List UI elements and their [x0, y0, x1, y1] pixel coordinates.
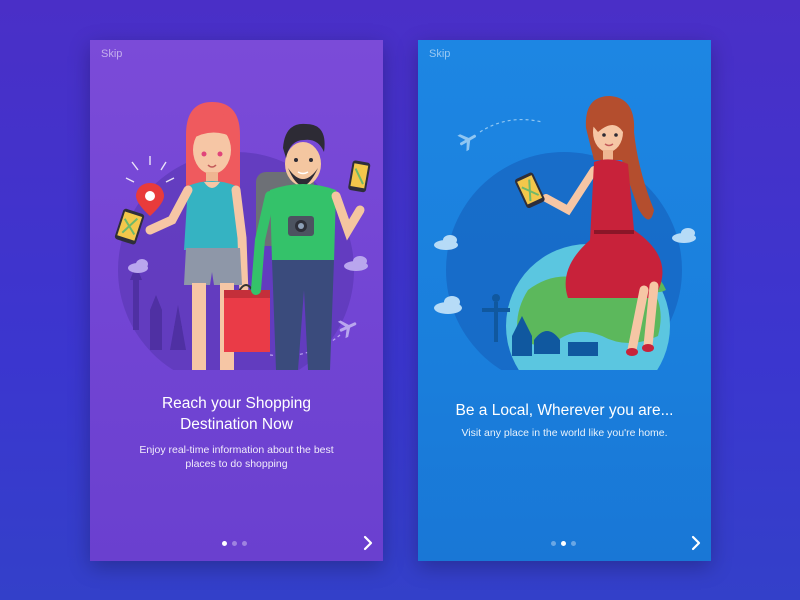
page-dot[interactable] [551, 541, 556, 546]
subtitle-line-2: places to do shopping [185, 458, 288, 470]
airplane-icon [457, 134, 476, 152]
airplane-trail [479, 118, 543, 133]
onboarding-title: Be a Local, Wherever you are... [455, 402, 674, 419]
cloud-icon [672, 228, 696, 243]
onboarding-screen-local: Skip Be a Local, Wherever you are... Vis… [418, 40, 711, 561]
onboarding-subtitle: Visit any place in the world like you're… [461, 427, 668, 439]
onboarding-screen-shopping: Skip Reach your Shopping Destination Now… [90, 40, 383, 561]
page-dot[interactable] [571, 541, 576, 546]
title-line-1: Reach your Shopping [161, 395, 312, 412]
phone-icon [348, 160, 371, 193]
page-dot[interactable] [242, 541, 247, 546]
subtitle-line-1: Enjoy real-time information about the be… [139, 444, 334, 456]
cloud-icon [434, 235, 458, 250]
title-line-2: Destination Now [180, 416, 293, 433]
camera-icon [288, 216, 314, 236]
skip-button[interactable]: Skip [101, 48, 122, 60]
onboarding-title: Reach your Shopping Destination Now [90, 393, 383, 435]
page-indicator [222, 541, 247, 546]
page-indicator [551, 541, 576, 546]
shopping-illustration [114, 102, 371, 370]
page-dot[interactable] [232, 541, 237, 546]
skip-button[interactable]: Skip [429, 48, 450, 60]
onboarding-subtitle: Enjoy real-time information about the be… [90, 443, 383, 471]
chevron-right-icon[interactable] [689, 535, 703, 551]
chevron-right-icon[interactable] [361, 535, 375, 551]
travel-illustration [434, 96, 696, 370]
cloud-icon [434, 296, 462, 314]
page-dot[interactable] [222, 541, 227, 546]
page-dot[interactable] [561, 541, 566, 546]
shopping-bag-icon [224, 284, 270, 352]
